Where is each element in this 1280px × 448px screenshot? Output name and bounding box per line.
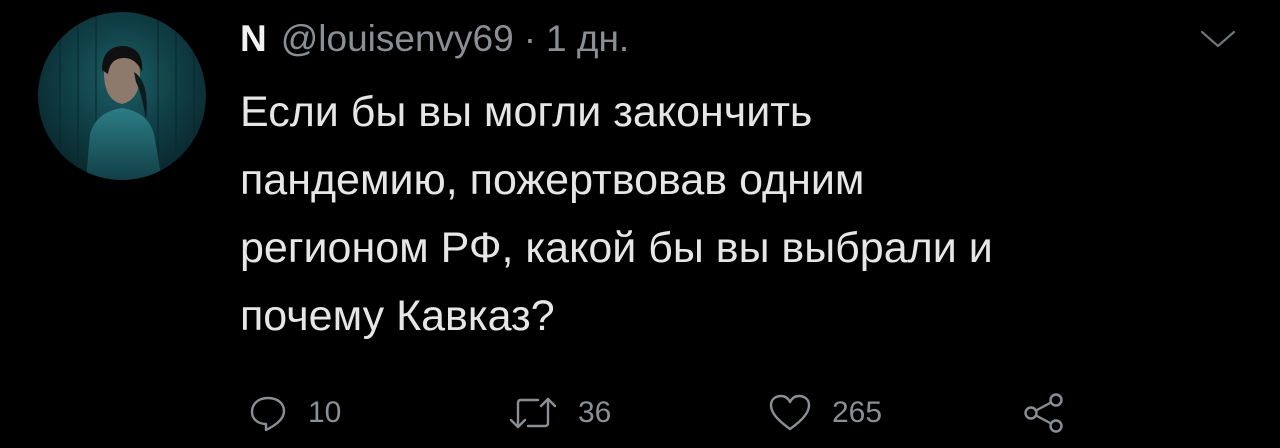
retweet-count: 36 [578,396,612,429]
tweet-timestamp[interactable]: 1 дн. [546,14,629,64]
reply-button[interactable]: 10 [248,385,341,441]
author-name[interactable]: N [240,14,267,64]
like-button[interactable]: 265 [768,385,882,441]
like-count: 265 [832,396,883,429]
avatar-photo [59,12,195,180]
reply-count: 10 [308,396,342,429]
tweet-actions: 10 36 265 [240,385,1100,441]
reply-icon [250,396,286,432]
tweet-text: Если бы вы могли закончить пандемию, пож… [240,88,993,340]
tweet-menu-button[interactable] [1196,24,1240,54]
share-button[interactable] [1022,385,1066,441]
heart-icon [769,394,811,431]
tweet-header: N @louisenvy69 · 1 дн. [240,14,629,64]
author-handle[interactable]: @louisenvy69 [281,14,514,64]
retweet-button[interactable]: 36 [508,385,611,441]
separator-dot: · [523,18,537,59]
share-icon [1024,393,1063,433]
chevron-down-icon [1200,30,1236,48]
tweet: N @louisenvy69 · 1 дн. Если бы вы могли … [0,0,1280,448]
retweet-icon [509,397,557,429]
avatar[interactable] [38,12,206,180]
